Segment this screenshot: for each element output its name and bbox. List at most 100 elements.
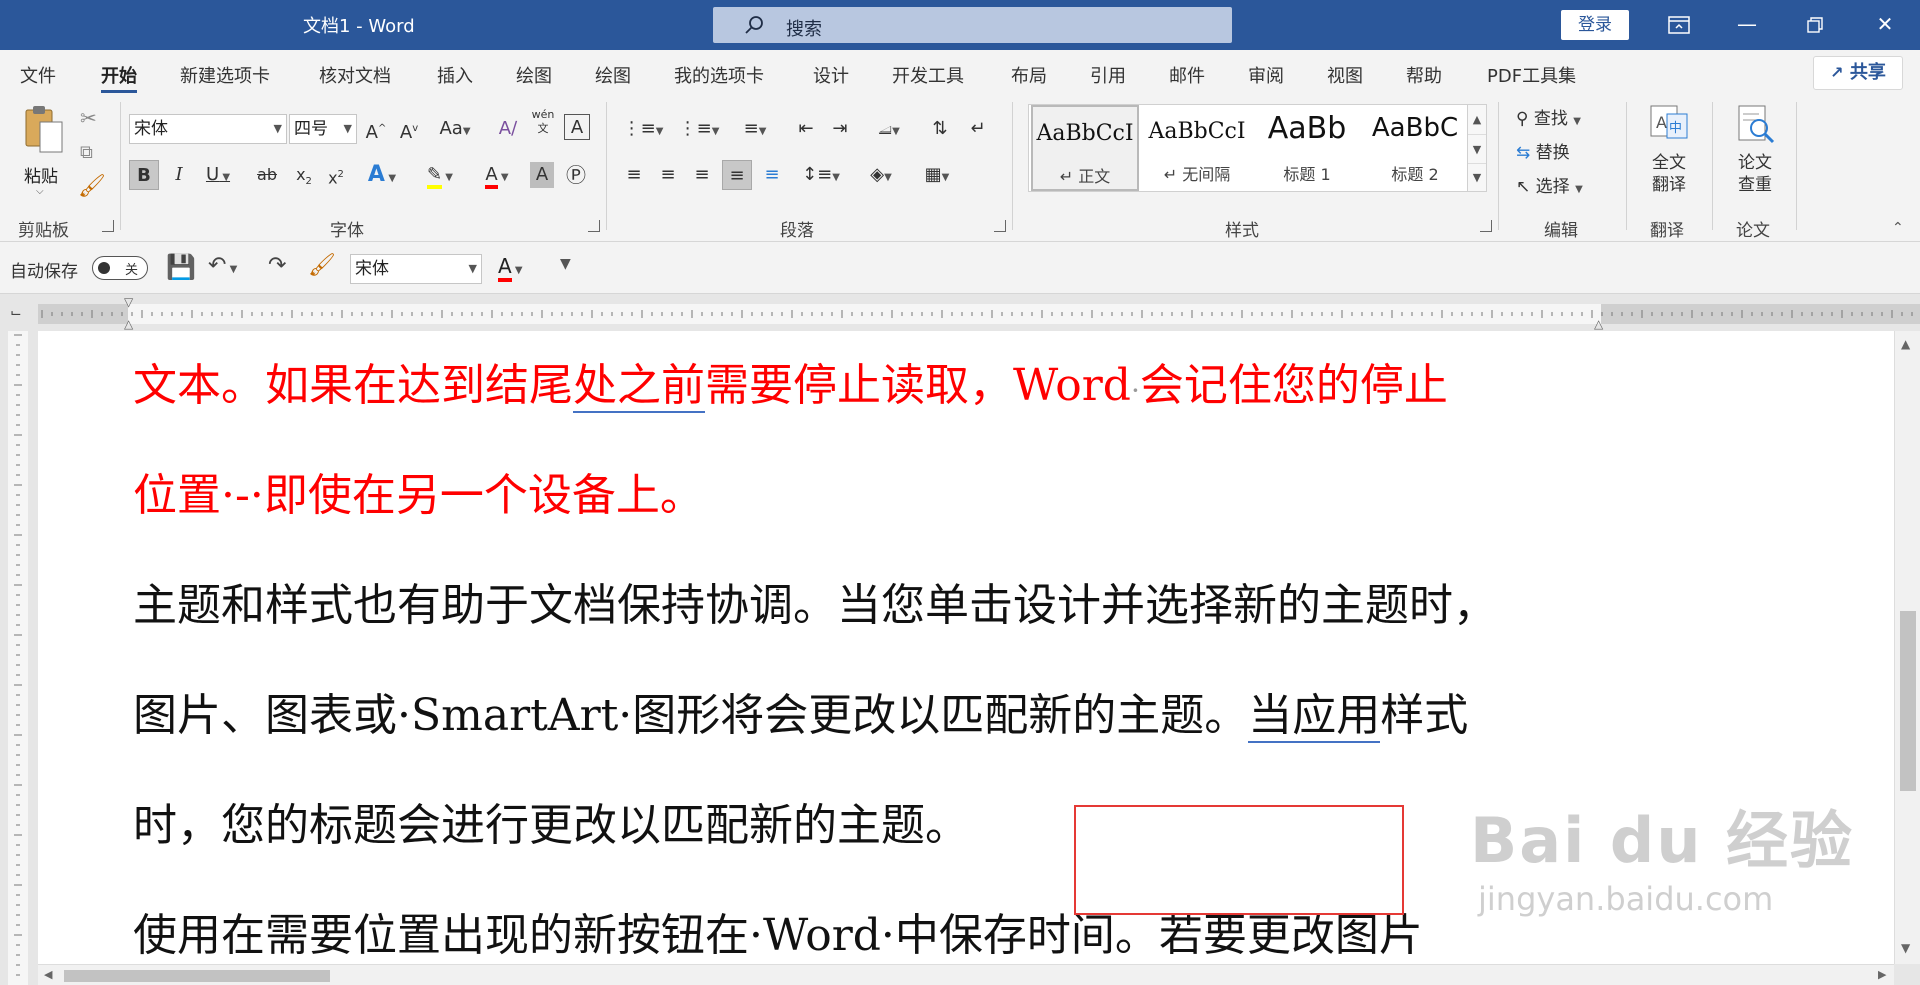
full-translate-button[interactable]: A 中 全文 翻译 [1640, 102, 1698, 212]
scroll-left-icon[interactable]: ◀ [44, 968, 52, 981]
more-styles-icon[interactable]: ▼ [1468, 163, 1486, 191]
redo-icon[interactable]: ↷ [268, 253, 286, 278]
bullets-icon[interactable]: ⋮≡▼ [620, 114, 666, 144]
styles-gallery[interactable]: AaBbCcI ↵ 正文 AaBbCcI ↵ 无间隔 AaBb 标题 1 AaB… [1028, 104, 1485, 192]
style-heading-2[interactable]: AaBbC 标题 2 [1361, 105, 1469, 191]
phonetic-guide-icon[interactable]: wén 文 [530, 108, 556, 138]
scroll-up-icon[interactable]: ▲ [1901, 337, 1910, 351]
save-icon[interactable]: 💾 [166, 253, 196, 281]
scroll-thumb[interactable] [64, 970, 330, 982]
style-normal[interactable]: AaBbCcI ↵ 正文 [1031, 105, 1139, 191]
indent-marker-icon[interactable]: △ [124, 317, 133, 331]
paragraph-line[interactable]: 时，您的标题会进行更改以匹配新的主题。 [133, 771, 969, 881]
change-case-icon[interactable]: Aa▼ [434, 114, 476, 144]
cut-icon[interactable]: ✂ [80, 106, 97, 130]
undo-icon[interactable]: ↶ ▼ [208, 253, 237, 278]
scroll-down-icon[interactable]: ▼ [1901, 941, 1910, 955]
horizontal-ruler[interactable]: ⌙ ▽ △ △ [0, 295, 1920, 331]
format-painter-icon[interactable]: 🖌 [78, 174, 106, 199]
close-icon[interactable]: ✕ [1850, 0, 1920, 50]
copy-icon[interactable]: ⧉ [80, 142, 93, 163]
ribbon-display-options-icon[interactable] [1644, 0, 1714, 50]
replace-button[interactable]: ⇆ 替换 [1516, 138, 1570, 163]
superscript-button[interactable]: x2 [322, 160, 350, 190]
shading-icon[interactable]: ◈▼ [858, 160, 904, 190]
tab-review[interactable]: 审阅 [1248, 62, 1284, 88]
qat-font-color-icon[interactable]: A ▼ [498, 254, 523, 282]
bold-button[interactable]: B [129, 160, 159, 190]
paper-check-button[interactable]: 论文 查重 [1726, 102, 1784, 212]
sort-icon[interactable]: ⇅ [926, 114, 954, 144]
tab-new-tab[interactable]: 新建选项卡 [180, 62, 270, 88]
show-marks-icon[interactable]: ↵ [964, 114, 992, 144]
tab-help[interactable]: 帮助 [1406, 62, 1442, 88]
paragraph-line[interactable]: 主题和样式也有助于文档保持协调。当您单击设计并选择新的主题时， [133, 551, 1497, 661]
indent-marker-icon[interactable]: ▽ [124, 295, 133, 309]
chevron-down-icon[interactable]: ▼ [1468, 134, 1486, 163]
restore-icon[interactable] [1780, 0, 1850, 50]
line-spacing-icon[interactable]: ↕≡▼ [798, 160, 844, 190]
justify-icon[interactable]: ≡ [722, 160, 752, 190]
enclose-characters-icon[interactable]: Ⓟ [562, 160, 590, 190]
chinese-layout-icon[interactable]: ⧡▼ [866, 114, 912, 144]
styles-scroll[interactable]: ▲ ▼ ▼ [1467, 104, 1487, 192]
tab-view[interactable]: 视图 [1327, 62, 1363, 88]
align-right-icon[interactable]: ≡ [688, 160, 716, 190]
align-left-icon[interactable]: ≡ [620, 160, 648, 190]
style-no-spacing[interactable]: AaBbCcI ↵ 无间隔 [1143, 105, 1251, 191]
tab-layout[interactable]: 布局 [1011, 62, 1047, 88]
subscript-button[interactable]: x2 [290, 160, 318, 190]
strikethrough-button[interactable]: ab [252, 160, 282, 190]
underline-button[interactable]: U ▼ [198, 160, 238, 190]
italic-button[interactable]: I [165, 160, 193, 190]
customize-qat-icon[interactable]: ▼ [560, 256, 571, 272]
minimize-icon[interactable]: — [1712, 0, 1782, 50]
paragraph-line[interactable]: 位置·-·即使在另一个设备上。 [133, 441, 704, 551]
style-heading-1[interactable]: AaBb 标题 1 [1253, 105, 1361, 191]
character-shading-icon[interactable]: A [530, 162, 554, 188]
right-indent-marker-icon[interactable]: △ [1594, 317, 1603, 331]
tab-draw-1[interactable]: 绘图 [516, 62, 552, 88]
tab-design[interactable]: 设计 [813, 62, 849, 88]
search-box[interactable]: 搜索 [713, 7, 1232, 43]
paragraph-line[interactable]: 图片、图表或·SmartArt·图形将会更改以匹配新的主题。当应用样式 [133, 661, 1468, 771]
horizontal-scrollbar[interactable]: ◀ ▶ [38, 964, 1894, 985]
paragraph-line[interactable]: 文本。如果在达到结尾处之前需要停止读取，Word·会记住您的停止 [133, 331, 1448, 446]
multilevel-list-icon[interactable]: ≡▼ [732, 114, 778, 144]
font-color-icon[interactable]: A ▼ [474, 160, 520, 190]
tab-home[interactable]: 开始 [101, 62, 137, 93]
format-painter-icon[interactable]: 🖌 [308, 253, 336, 278]
scroll-right-icon[interactable]: ▶ [1878, 968, 1886, 981]
font-name-select[interactable]: 宋体 ▼ [129, 114, 287, 144]
select-button[interactable]: ↖ 选择 ▼ [1516, 172, 1583, 197]
shrink-font-icon[interactable]: Av [396, 114, 422, 144]
align-center-icon[interactable]: ≡ [654, 160, 682, 190]
paste-button[interactable]: 粘贴 ⌵ [14, 104, 74, 204]
borders-icon[interactable]: ▦▼ [914, 160, 960, 190]
qat-font-select[interactable]: 宋体 ▼ [350, 254, 482, 284]
font-size-select[interactable]: 四号 ▼ [289, 114, 357, 144]
clear-formatting-icon[interactable]: A∕ [494, 114, 522, 144]
scroll-thumb[interactable] [1900, 611, 1916, 791]
tab-my-tab[interactable]: 我的选项卡 [674, 62, 764, 88]
chevron-up-icon[interactable]: ▲ [1468, 105, 1486, 134]
decrease-indent-icon[interactable]: ⇤ [792, 114, 820, 144]
tab-file[interactable]: 文件 [20, 62, 56, 88]
highlight-color-icon[interactable]: ✎ ▼ [415, 160, 465, 190]
share-button[interactable]: ↗ 共享 [1813, 56, 1903, 90]
distributed-icon[interactable]: ≡ [758, 160, 786, 190]
login-button[interactable]: 登录 [1561, 10, 1629, 40]
text-effects-icon[interactable]: A ▼ [362, 160, 402, 190]
clipboard-launcher-icon[interactable] [102, 220, 114, 232]
font-launcher-icon[interactable] [588, 220, 600, 232]
tab-references[interactable]: 引用 [1090, 62, 1126, 88]
paragraph-launcher-icon[interactable] [994, 220, 1006, 232]
styles-launcher-icon[interactable] [1480, 220, 1492, 232]
tab-insert[interactable]: 插入 [437, 62, 473, 88]
collapse-ribbon-icon[interactable]: ⌃ [1892, 220, 1904, 236]
tab-mailings[interactable]: 邮件 [1169, 62, 1205, 88]
tab-developer[interactable]: 开发工具 [892, 62, 964, 88]
character-border-icon[interactable]: A [564, 114, 590, 140]
increase-indent-icon[interactable]: ⇥ [826, 114, 854, 144]
vertical-scrollbar[interactable]: ▲ ▼ [1894, 331, 1920, 964]
